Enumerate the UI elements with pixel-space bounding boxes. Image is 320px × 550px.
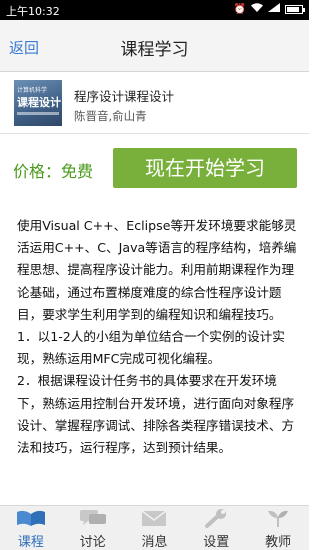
status-bar: 上午10:32 ⏰ — [0, 0, 309, 20]
tab-label: 教师 — [265, 535, 292, 550]
description-paragraph: 2．根据课程设计任务书的具体要求在开发环境下，熟练运用控制台开发环境，进行面向对… — [17, 373, 295, 456]
course-authors: 陈晋音,俞山青 — [74, 109, 147, 123]
envelope-icon — [142, 510, 167, 526]
price-label: 价格：免费 — [13, 162, 94, 181]
tab-settings[interactable]: 设置 — [185, 506, 247, 550]
status-icons: ⏰ — [233, 3, 305, 15]
cover-title: 课程设计 — [17, 96, 61, 109]
book-icon — [16, 510, 45, 526]
cover-stripe — [17, 112, 59, 115]
purchase-row: 价格：免费 现在开始学习 — [0, 134, 309, 200]
start-learning-button[interactable]: 现在开始学习 — [113, 148, 297, 188]
description-paragraph: 使用Visual C++、Eclipse等开发环境要求能够灵活运用C++、C、J… — [17, 218, 297, 322]
signal-icon — [268, 3, 280, 15]
course-name: 程序设计课程设计 — [74, 89, 175, 104]
alarm-icon: ⏰ — [233, 3, 246, 15]
tab-course[interactable]: 课程 — [0, 506, 62, 550]
bottom-tab-bar: 课程 讨论 消息 设置 教师 — [0, 505, 309, 550]
course-description: 使用Visual C++、Eclipse等开发环境要求能够灵活运用C++、C、J… — [17, 215, 297, 459]
page-title: 课程学习 — [120, 40, 189, 60]
battery-icon — [285, 4, 305, 14]
tab-label: 课程 — [17, 535, 44, 550]
tab-teacher[interactable]: 教师 — [247, 506, 309, 550]
course-cover-image: 计算机科学 课程设计 — [14, 80, 62, 126]
chat-icon — [79, 510, 106, 525]
description-paragraph: 1．以1-2人的小组为单位结合一个实例的设计实现，熟练运用MFC完成可视化编程。 — [17, 329, 285, 367]
battery-level — [287, 6, 299, 12]
tab-discussion[interactable]: 讨论 — [62, 506, 124, 550]
wifi-icon — [251, 3, 263, 15]
title-bar: 返回 课程学习 — [0, 20, 309, 72]
tab-label: 消息 — [141, 535, 168, 550]
status-time: 上午10:32 — [6, 5, 60, 18]
course-header: 计算机科学 课程设计 程序设计课程设计 陈晋音,俞山青 — [0, 72, 309, 134]
sprout-icon — [268, 510, 289, 527]
tab-messages[interactable]: 消息 — [124, 506, 186, 550]
wrench-icon — [205, 509, 227, 528]
tab-label: 讨论 — [79, 535, 106, 550]
cover-subtitle: 计算机科学 — [17, 87, 48, 94]
tab-label: 设置 — [203, 535, 230, 550]
